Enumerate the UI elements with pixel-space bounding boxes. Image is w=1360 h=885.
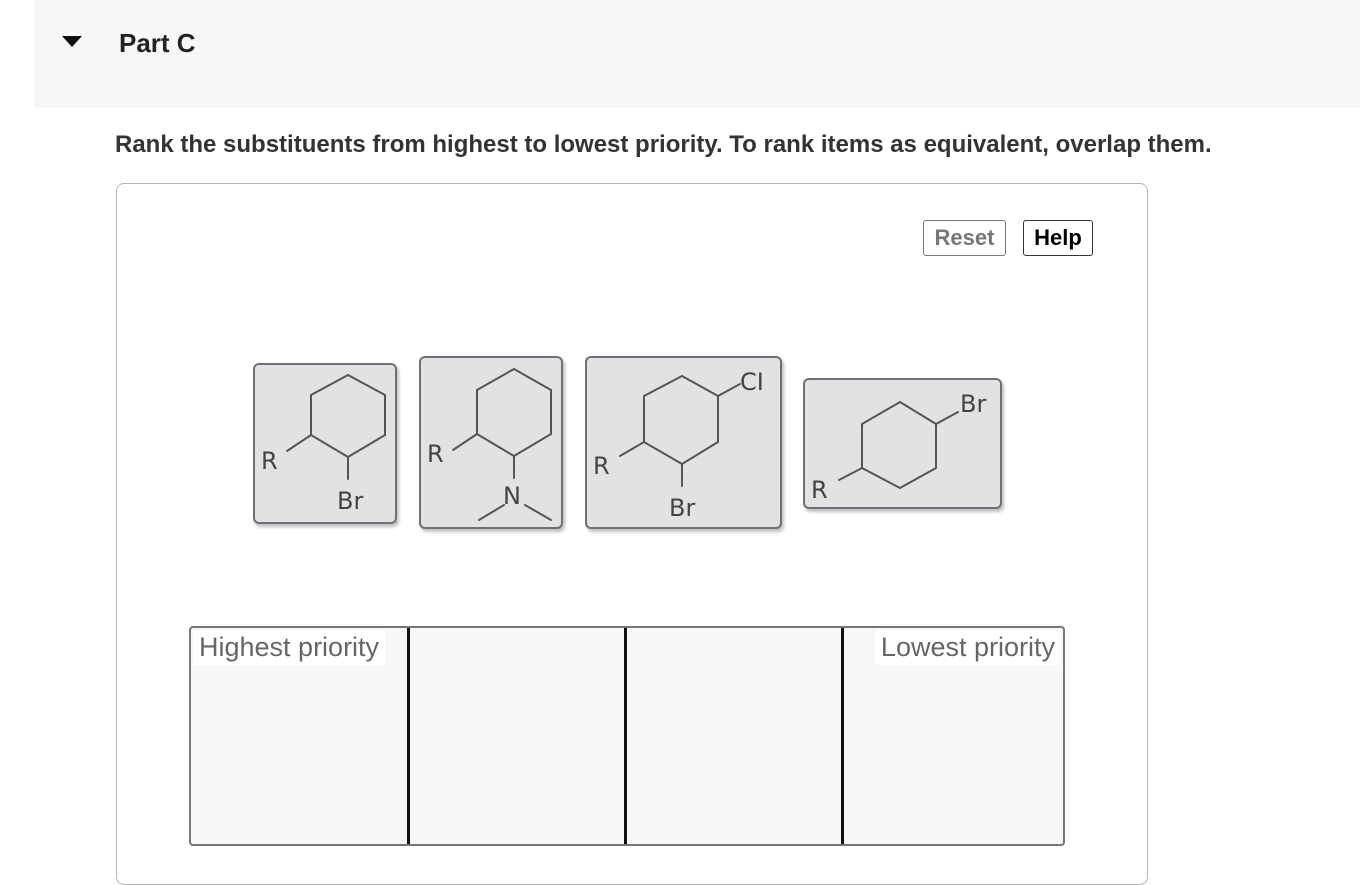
atom-label: Br [337,487,363,515]
reset-button[interactable]: Reset [923,220,1006,256]
atom-label: R [593,452,610,480]
ranking-bin-2[interactable] [410,628,624,844]
question-instructions: Rank the substituents from highest to lo… [115,131,1212,158]
highest-priority-label: Highest priority [193,630,386,665]
atom-label: N [503,482,521,510]
atom-label: R [261,447,278,475]
structure-drawing: R Br [261,374,386,515]
substituent-tile-3[interactable]: R CI Br [585,356,782,529]
ranking-bin-3[interactable] [627,628,841,844]
ranking-bin-4[interactable]: Lowest priority [844,628,1063,844]
structure-drawing: R CI Br [593,368,764,522]
part-header[interactable] [34,0,1360,108]
atom-label: CI [740,368,764,396]
collapse-caret-icon[interactable] [62,36,82,47]
atom-label: Br [669,494,695,522]
substituent-tile-1[interactable]: R Br [253,363,397,524]
substituent-tile-4[interactable]: Br R [803,378,1002,509]
atom-label: Br [960,390,986,418]
ranking-bins: Highest priority Lowest priority [189,626,1065,846]
part-title: Part C [119,28,196,58]
structure-drawing: Br R [811,390,986,504]
lowest-priority-label: Lowest priority [874,630,1061,665]
substituent-tile-2[interactable]: R N [419,356,563,529]
help-button[interactable]: Help [1023,220,1093,256]
ranking-bin-1[interactable]: Highest priority [191,628,407,844]
structure-drawing: R N [427,368,552,521]
atom-label: R [811,476,828,504]
atom-label: R [427,440,444,468]
